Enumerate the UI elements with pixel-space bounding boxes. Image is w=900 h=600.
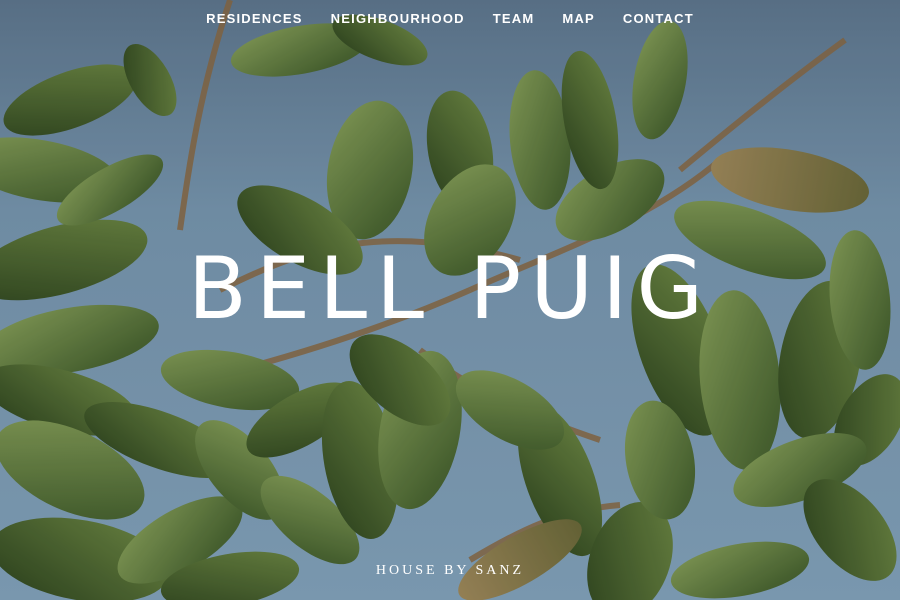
hero-subtitle: HOUSE BY SANZ (375, 563, 525, 578)
nav-link-map[interactable]: MAP (562, 11, 595, 26)
nav-link-contact[interactable]: CONTACT (623, 11, 694, 26)
nav-link-residences[interactable]: RESIDENCES (206, 11, 303, 26)
hero-section: RESIDENCES NEIGHBOURHOOD TEAM MAP CONTAC… (0, 0, 900, 600)
main-navigation: RESIDENCES NEIGHBOURHOOD TEAM MAP CONTAC… (0, 0, 900, 36)
nav-link-neighbourhood[interactable]: NEIGHBOURHOOD (331, 11, 465, 26)
nav-link-team[interactable]: TEAM (493, 11, 535, 26)
hero-title: BELL PUIG (187, 239, 713, 339)
